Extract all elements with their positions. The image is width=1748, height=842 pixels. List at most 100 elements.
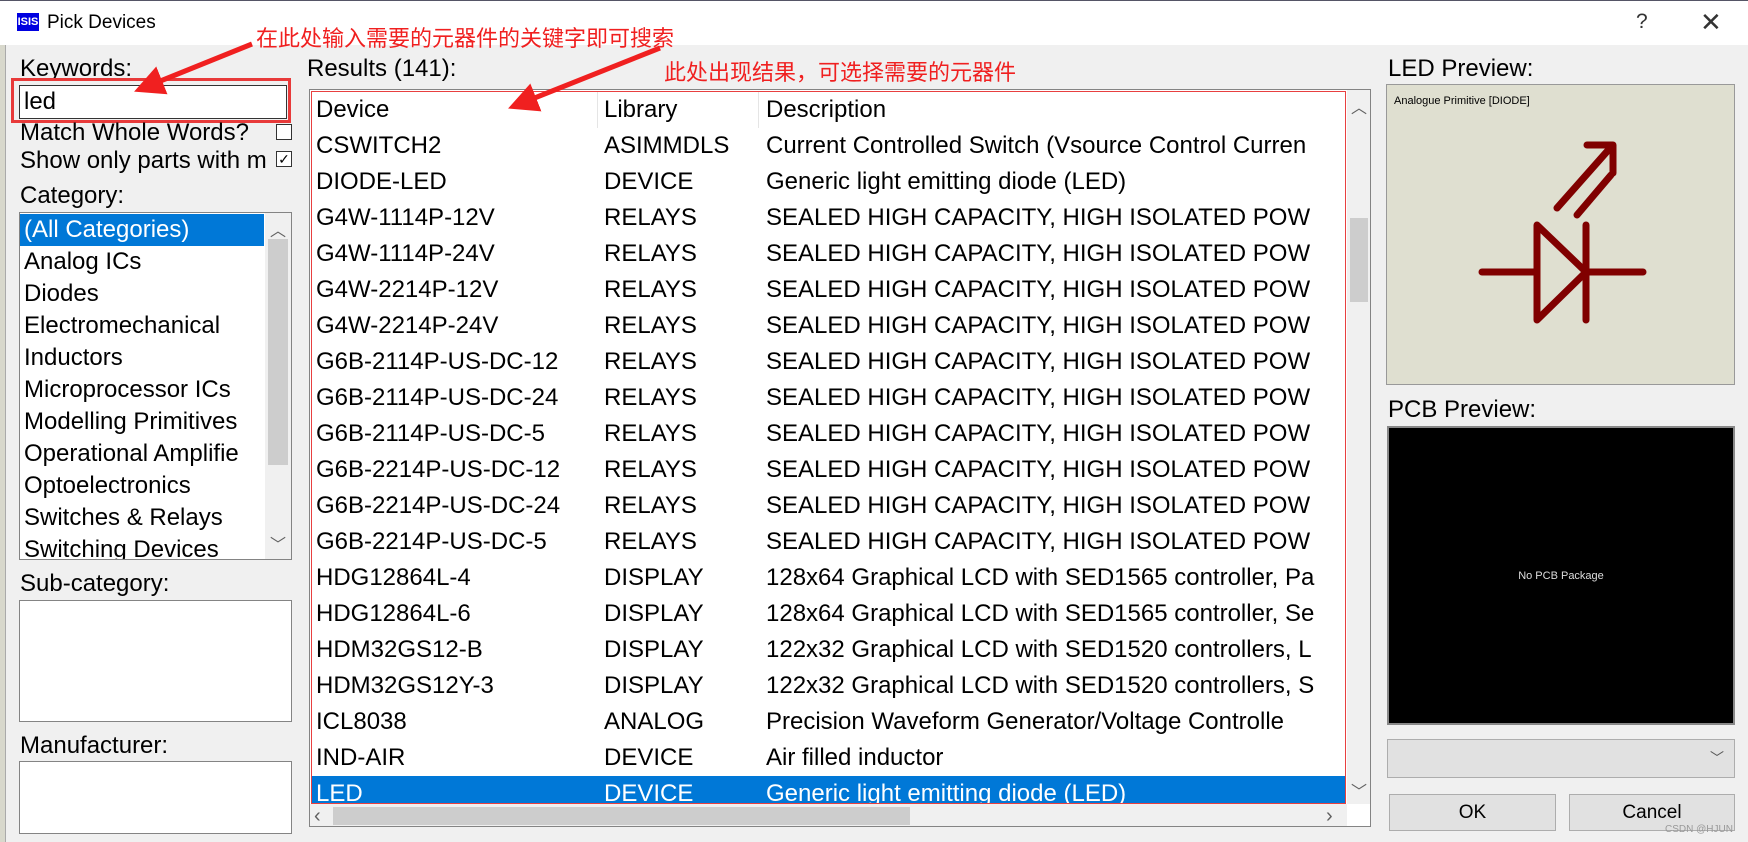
- help-button[interactable]: ?: [1636, 10, 1648, 34]
- table-row[interactable]: HDM32GS12-B DISPLAY 122x32 Graphical LCD w…: [312, 632, 1345, 668]
- schematic-preview: Analogue Primitive [DIODE]: [1386, 84, 1735, 385]
- description-cell: SEALED HIGH CAPACITY, HIGH ISOLATED POW: [766, 420, 1311, 447]
- table-row[interactable]: LED DEVICE Generic light emitting diode (L…: [312, 776, 1345, 804]
- category-item[interactable]: Electromechanical: [20, 310, 264, 342]
- category-item[interactable]: Modelling Primitives: [20, 406, 264, 438]
- subcategory-list[interactable]: [19, 600, 292, 722]
- description-cell: 128x64 Graphical LCD with SED1565 contro…: [766, 600, 1315, 627]
- library-cell: DISPLAY: [604, 672, 704, 699]
- device-cell: ICL8038: [316, 708, 407, 735]
- table-row[interactable]: HDG12864L-6 DISPLAY 128x64 Graphical LCD w…: [312, 596, 1345, 632]
- show-only-parts-checkbox[interactable]: ✓: [276, 151, 292, 167]
- category-item[interactable]: Inductors: [20, 342, 264, 374]
- device-cell: LED: [316, 780, 363, 804]
- description-cell: Air filled inductor: [766, 744, 944, 771]
- category-scrollbar[interactable]: ︿ ﹀: [265, 213, 291, 559]
- category-item[interactable]: Diodes: [20, 278, 264, 310]
- column-header-description[interactable]: Description: [766, 92, 1345, 128]
- scroll-up-icon[interactable]: ︿: [1347, 94, 1370, 118]
- table-row[interactable]: G4W-1114P-24V RELAYS SEALED HIGH CAPACITY,…: [312, 236, 1345, 272]
- scroll-left-icon[interactable]: ‹: [314, 805, 321, 826]
- library-cell: DEVICE: [604, 168, 694, 195]
- device-cell: DIODE-LED: [316, 168, 447, 195]
- table-row[interactable]: G6B-2214P-US-DC-24 RELAYS SEALED HIGH CAPA…: [312, 488, 1345, 524]
- manufacturer-list[interactable]: [19, 761, 292, 834]
- annotation-results-hint: 此处出现结果，可选择需要的元器件: [664, 60, 1017, 85]
- category-item[interactable]: Analog ICs: [20, 246, 264, 278]
- description-cell: SEALED HIGH CAPACITY, HIGH ISOLATED POW: [766, 312, 1311, 339]
- category-item[interactable]: Microprocessor ICs: [20, 374, 264, 406]
- scroll-down-icon[interactable]: ﹀: [265, 531, 291, 555]
- package-dropdown[interactable]: ﹀: [1387, 739, 1735, 778]
- scroll-right-icon[interactable]: ›: [1326, 805, 1333, 826]
- description-cell: 122x32 Graphical LCD with SED1520 contro…: [766, 672, 1315, 699]
- subcategory-label: Sub-category:: [20, 570, 170, 597]
- scroll-up-icon[interactable]: ︿: [265, 217, 291, 241]
- description-cell: SEALED HIGH CAPACITY, HIGH ISOLATED POW: [766, 492, 1311, 519]
- scroll-down-icon[interactable]: ﹀: [1347, 778, 1370, 802]
- category-item[interactable]: (All Categories): [20, 214, 264, 246]
- category-item[interactable]: Switches & Relays: [20, 502, 264, 534]
- device-cell: G4W-2214P-12V: [316, 276, 499, 303]
- description-cell: SEALED HIGH CAPACITY, HIGH ISOLATED POW: [766, 528, 1311, 555]
- table-row[interactable]: G6B-2214P-US-DC-12 RELAYS SEALED HIGH CAPA…: [312, 452, 1345, 488]
- library-cell: DEVICE: [604, 780, 694, 804]
- results-vertical-scrollbar[interactable]: ︿ ﹀: [1347, 90, 1370, 804]
- table-row[interactable]: G6B-2114P-US-DC-5 RELAYS SEALED HIGH CAPAC…: [312, 416, 1345, 452]
- library-cell: DISPLAY: [604, 564, 704, 591]
- table-row[interactable]: IND-AIR DEVICE Air filled inductor: [312, 740, 1345, 776]
- description-cell: Current Controlled Switch (Vsource Contr…: [766, 132, 1307, 159]
- library-cell: RELAYS: [604, 204, 697, 231]
- results-horizontal-scrollbar[interactable]: ‹ ›: [310, 804, 1347, 826]
- device-cell: G6B-2114P-US-DC-24: [316, 384, 559, 411]
- description-cell: SEALED HIGH CAPACITY, HIGH ISOLATED POW: [766, 348, 1311, 375]
- scrollbar-thumb[interactable]: [1350, 218, 1368, 302]
- device-cell: G6B-2114P-US-DC-5: [316, 420, 545, 447]
- table-row[interactable]: G4W-1114P-12V RELAYS SEALED HIGH CAPACITY,…: [312, 200, 1345, 236]
- table-row[interactable]: G4W-2214P-12V RELAYS SEALED HIGH CAPACITY,…: [312, 272, 1345, 308]
- show-only-parts-label: Show only parts with m: [20, 147, 267, 174]
- table-row[interactable]: G4W-2214P-24V RELAYS SEALED HIGH CAPACITY,…: [312, 308, 1345, 344]
- category-item[interactable]: Switching Devices: [20, 534, 264, 559]
- table-row[interactable]: G6B-2214P-US-DC-5 RELAYS SEALED HIGH CAPAC…: [312, 524, 1345, 560]
- device-cell: G4W-1114P-24V: [316, 240, 495, 267]
- device-cell: G4W-2214P-24V: [316, 312, 499, 339]
- table-row[interactable]: CSWITCH2 ASIMMDLS Current Controlled Switc…: [312, 128, 1345, 164]
- scrollbar-thumb[interactable]: [268, 239, 288, 465]
- description-cell: 128x64 Graphical LCD with SED1565 contro…: [766, 564, 1315, 591]
- table-row[interactable]: ICL8038 ANALOG Precision Waveform Generato…: [312, 704, 1345, 740]
- table-row[interactable]: G6B-2114P-US-DC-12 RELAYS SEALED HIGH CAPA…: [312, 344, 1345, 380]
- device-cell: G6B-2214P-US-DC-5: [316, 528, 547, 555]
- keywords-input[interactable]: [19, 85, 287, 119]
- window-title: Pick Devices: [47, 12, 156, 33]
- close-button[interactable]: ✕: [1700, 7, 1722, 38]
- chevron-down-icon: ﹀: [1710, 750, 1724, 766]
- library-cell: RELAYS: [604, 528, 697, 555]
- device-cell: G4W-1114P-12V: [316, 204, 495, 231]
- table-row[interactable]: HDG12864L-4 DISPLAY 128x64 Graphical LCD w…: [312, 560, 1345, 596]
- ok-button[interactable]: OK: [1389, 794, 1556, 831]
- library-cell: DISPLAY: [604, 636, 704, 663]
- device-cell: IND-AIR: [316, 744, 406, 771]
- category-list[interactable]: (All Categories) Analog ICs Diodes Electrom…: [19, 212, 292, 560]
- table-row[interactable]: G6B-2114P-US-DC-24 RELAYS SEALED HIGH CAPA…: [312, 380, 1345, 416]
- category-item[interactable]: Operational Amplifie: [20, 438, 264, 470]
- device-cell: CSWITCH2: [316, 132, 442, 159]
- table-row[interactable]: DIODE-LED DEVICE Generic light emitting di…: [312, 164, 1345, 200]
- category-item[interactable]: Optoelectronics: [20, 470, 264, 502]
- column-divider[interactable]: [758, 92, 759, 128]
- match-whole-words-checkbox[interactable]: [276, 124, 292, 140]
- device-cell: HDM32GS12Y-3: [316, 672, 494, 699]
- pcb-preview-label: PCB Preview:: [1388, 396, 1537, 423]
- table-row[interactable]: HDM32GS12Y-3 DISPLAY 122x32 Graphical LCD …: [312, 668, 1345, 704]
- column-header-library[interactable]: Library: [604, 92, 677, 128]
- description-cell: SEALED HIGH CAPACITY, HIGH ISOLATED POW: [766, 204, 1311, 231]
- column-divider[interactable]: [597, 92, 598, 128]
- library-cell: RELAYS: [604, 492, 697, 519]
- category-label: Category:: [20, 182, 125, 209]
- column-header-device[interactable]: Device: [316, 92, 389, 128]
- annotation-keyword-hint: 在此处输入需要的元器件的关键字即可搜索: [256, 26, 675, 51]
- results-table[interactable]: Device Library Description CSWITCH2 ASIMM…: [309, 89, 1371, 827]
- library-cell: ASIMMDLS: [604, 132, 730, 159]
- scrollbar-thumb[interactable]: [333, 807, 910, 825]
